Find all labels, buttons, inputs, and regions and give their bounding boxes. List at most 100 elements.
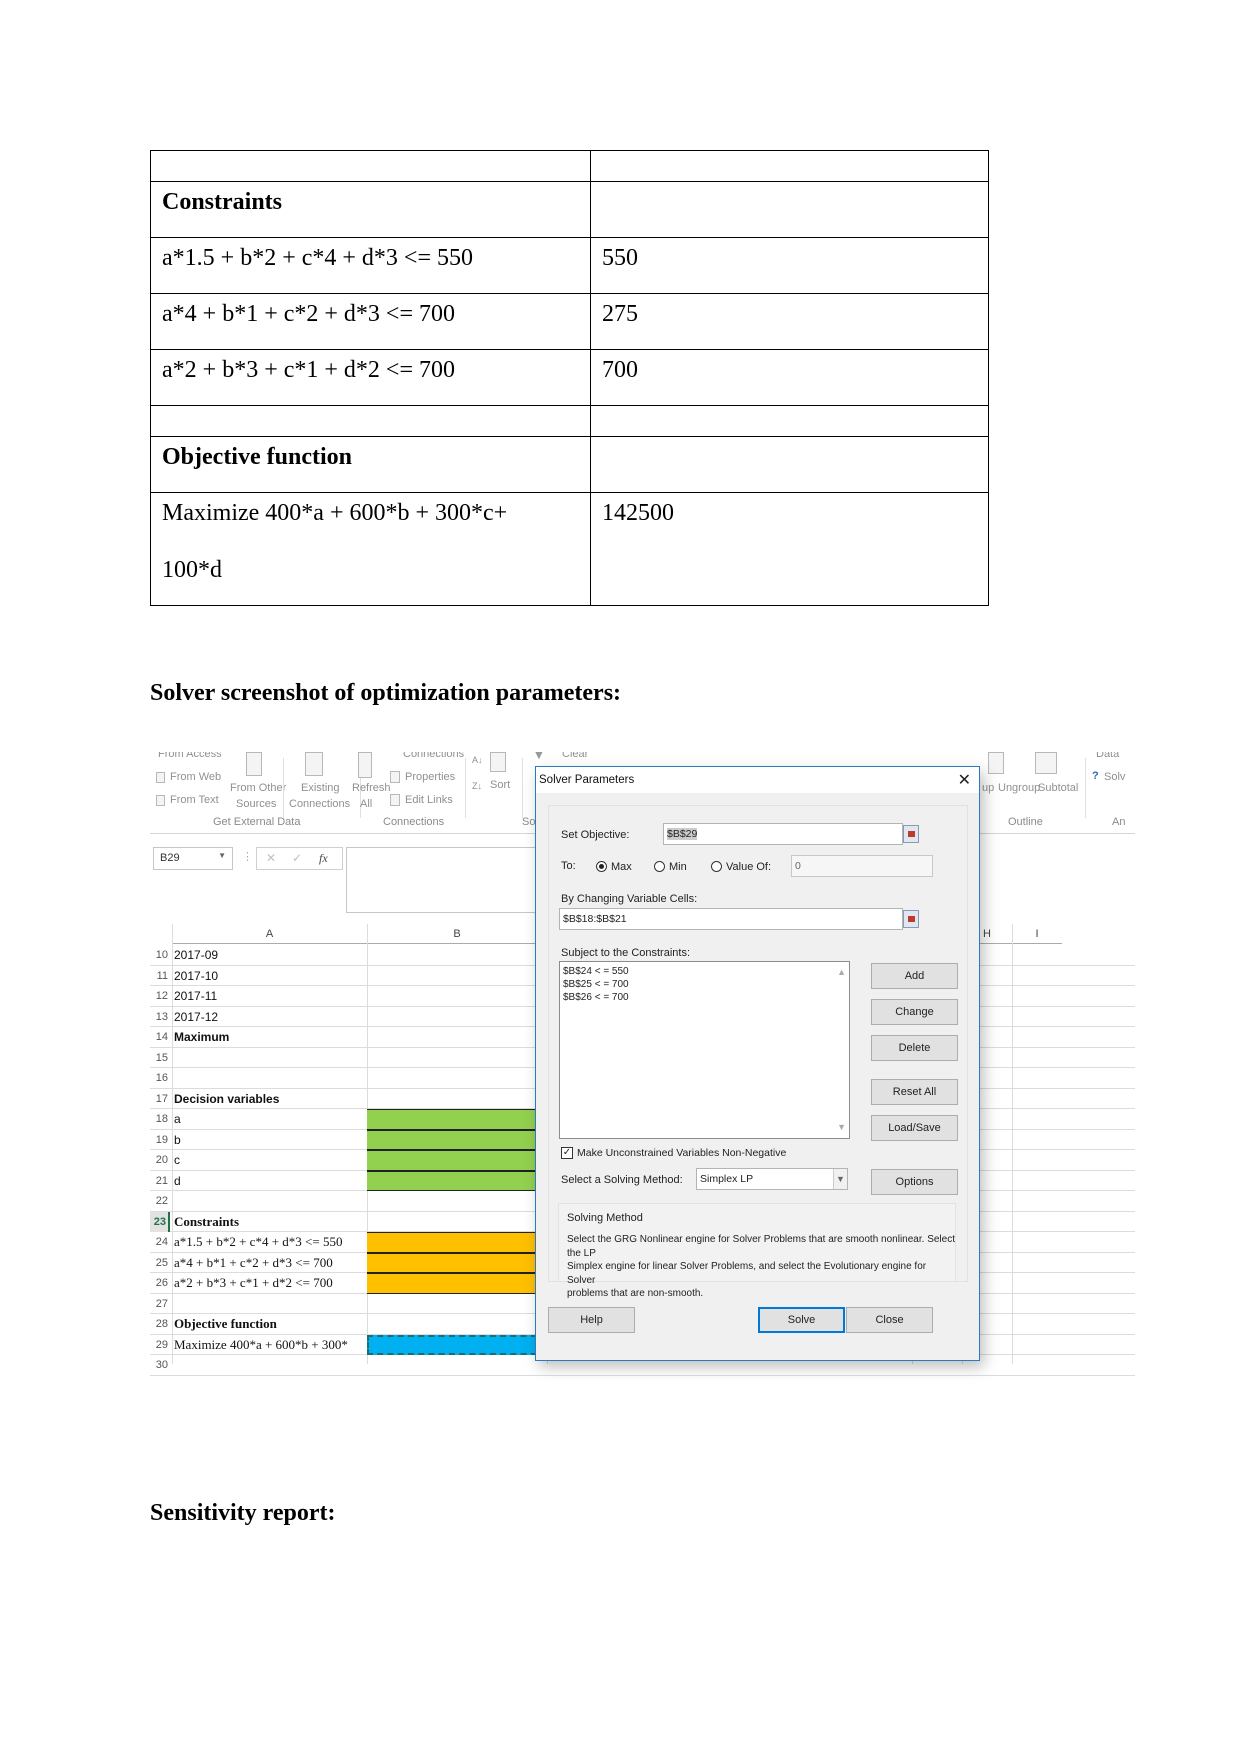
min-label[interactable]: Min bbox=[669, 861, 687, 873]
cell-b[interactable] bbox=[367, 1150, 547, 1171]
cell-b[interactable] bbox=[367, 945, 547, 966]
properties-button[interactable]: Properties bbox=[405, 771, 455, 784]
cell-a[interactable]: 2017-12 bbox=[172, 1007, 348, 1027]
cell-a[interactable]: 2017-10 bbox=[172, 966, 348, 986]
cell-b[interactable] bbox=[367, 1314, 547, 1335]
row-number[interactable]: 23 bbox=[150, 1211, 170, 1232]
add-button[interactable]: Add bbox=[871, 963, 958, 989]
cell-b[interactable] bbox=[367, 986, 547, 1007]
row-number[interactable]: 24 bbox=[150, 1232, 170, 1252]
value-of-label[interactable]: Value Of: bbox=[726, 861, 771, 873]
load-save-button[interactable]: Load/Save bbox=[871, 1115, 958, 1141]
max-radio[interactable] bbox=[596, 861, 607, 872]
value-of-input[interactable]: 0 bbox=[791, 855, 933, 877]
min-radio[interactable] bbox=[654, 861, 665, 872]
close-icon[interactable]: ✕ bbox=[958, 770, 971, 790]
from-text-button[interactable]: From Text bbox=[170, 794, 219, 807]
column-header-b[interactable]: B bbox=[367, 924, 547, 944]
change-button[interactable]: Change bbox=[871, 999, 958, 1025]
cell-b[interactable] bbox=[367, 1109, 547, 1130]
cell-b[interactable] bbox=[367, 1027, 547, 1048]
cell-a[interactable]: c bbox=[172, 1150, 348, 1170]
reset-all-button[interactable]: Reset All bbox=[871, 1079, 958, 1105]
row-number[interactable]: 27 bbox=[150, 1294, 170, 1314]
sort-az-icon[interactable]: A↓ bbox=[472, 754, 483, 767]
row-number[interactable]: 10 bbox=[150, 945, 170, 965]
cancel-icon[interactable]: ✕ bbox=[266, 851, 276, 865]
cell-a[interactable]: a*2 + b*3 + c*1 + d*2 <= 700 bbox=[172, 1273, 348, 1293]
cell-b[interactable] bbox=[367, 1170, 547, 1191]
row-number[interactable]: 16 bbox=[150, 1068, 170, 1088]
cell-b[interactable] bbox=[367, 1273, 547, 1294]
cell-b[interactable] bbox=[367, 1252, 547, 1273]
scroll-down-icon[interactable]: ▼ bbox=[837, 1121, 846, 1134]
connections-button[interactable]: Connections bbox=[403, 752, 464, 761]
row-number[interactable]: 20 bbox=[150, 1150, 170, 1170]
cell-a[interactable]: Maximize 400*a + 600*b + 300*c+ 100 bbox=[172, 1335, 348, 1355]
cell-b[interactable] bbox=[367, 1355, 547, 1376]
row-number[interactable]: 29 bbox=[150, 1335, 170, 1355]
edit-links-button[interactable]: Edit Links bbox=[405, 794, 453, 807]
filter-icon[interactable]: ▼ bbox=[532, 752, 546, 761]
chevron-down-icon[interactable]: ▼ bbox=[833, 1169, 847, 1189]
cell-b[interactable] bbox=[367, 1068, 547, 1089]
clear-button[interactable]: Clear bbox=[562, 752, 588, 761]
row-number[interactable]: 30 bbox=[150, 1355, 170, 1375]
existing-connections-button[interactable]: Existing bbox=[301, 782, 340, 795]
cell-a[interactable]: a*4 + b*1 + c*2 + d*3 <= 700 bbox=[172, 1253, 348, 1273]
cell-b[interactable] bbox=[367, 1294, 547, 1315]
close-button[interactable]: Close bbox=[846, 1307, 933, 1333]
row-number[interactable]: 19 bbox=[150, 1130, 170, 1150]
row-number[interactable]: 11 bbox=[150, 966, 170, 986]
row-number[interactable]: 22 bbox=[150, 1191, 170, 1211]
help-button[interactable]: Help bbox=[548, 1307, 635, 1333]
changing-cells-input[interactable]: $B$18:$B$21 bbox=[559, 908, 903, 930]
cell-b[interactable] bbox=[367, 1212, 547, 1233]
column-header-i[interactable]: I bbox=[1012, 924, 1062, 944]
solving-method-select[interactable]: Simplex LP ▼ bbox=[696, 1168, 848, 1190]
cell-a[interactable]: 2017-11 bbox=[172, 986, 348, 1006]
from-web-button[interactable]: From Web bbox=[170, 771, 221, 784]
from-other-sources-button[interactable]: From Other bbox=[230, 782, 286, 795]
cell-a[interactable]: 2017-09 bbox=[172, 945, 348, 965]
cell-b[interactable] bbox=[367, 1334, 547, 1355]
formula-input[interactable] bbox=[346, 847, 546, 913]
row-number[interactable]: 28 bbox=[150, 1314, 170, 1334]
cell-b[interactable] bbox=[367, 1191, 547, 1212]
cell-a[interactable]: Decision variables bbox=[172, 1089, 348, 1109]
refresh-all-button[interactable]: Refresh bbox=[352, 782, 391, 795]
constraint-item[interactable]: $B$24 < = 550 bbox=[563, 965, 846, 978]
cell-a[interactable]: a bbox=[172, 1109, 348, 1129]
cell-a[interactable]: a*1.5 + b*2 + c*4 + d*3 <= 550 bbox=[172, 1232, 348, 1252]
cell-b[interactable] bbox=[367, 1129, 547, 1150]
range-select-icon[interactable] bbox=[903, 910, 919, 928]
solve-button[interactable]: Solve bbox=[758, 1307, 845, 1333]
subtotal-button[interactable]: Subtotal bbox=[1038, 782, 1078, 795]
cell-a[interactable]: b bbox=[172, 1130, 348, 1150]
row-number[interactable]: 21 bbox=[150, 1171, 170, 1191]
group-button[interactable]: up bbox=[982, 782, 994, 795]
cell-b[interactable] bbox=[367, 1232, 547, 1253]
sort-button[interactable]: Sort bbox=[490, 779, 510, 792]
dialog-titlebar[interactable]: Solver Parameters ✕ bbox=[536, 767, 979, 793]
cell-a[interactable]: Maximum bbox=[172, 1027, 348, 1047]
constraint-item[interactable]: $B$26 < = 700 bbox=[563, 991, 846, 1004]
scroll-up-icon[interactable]: ▲ bbox=[837, 966, 846, 979]
row-number[interactable]: 14 bbox=[150, 1027, 170, 1047]
delete-button[interactable]: Delete bbox=[871, 1035, 958, 1061]
options-button[interactable]: Options bbox=[871, 1169, 958, 1195]
cell-b[interactable] bbox=[367, 1048, 547, 1069]
cell-a[interactable]: Constraints bbox=[172, 1212, 348, 1232]
cell-a[interactable]: Objective function bbox=[172, 1314, 348, 1334]
cell-b[interactable] bbox=[367, 966, 547, 987]
chevron-down-icon[interactable]: ▼ bbox=[218, 851, 226, 860]
constraints-list[interactable]: $B$24 < = 550 $B$25 < = 700 $B$26 < = 70… bbox=[559, 961, 850, 1139]
range-select-icon[interactable] bbox=[903, 825, 919, 843]
row-number[interactable]: 15 bbox=[150, 1048, 170, 1068]
set-objective-input[interactable]: $B$29 bbox=[663, 823, 903, 845]
row-number[interactable]: 25 bbox=[150, 1253, 170, 1273]
ungroup-button[interactable]: Ungroup bbox=[998, 782, 1040, 795]
column-header-a[interactable]: A bbox=[172, 924, 367, 944]
value-of-radio[interactable] bbox=[711, 861, 722, 872]
cell-b[interactable] bbox=[367, 1089, 547, 1110]
